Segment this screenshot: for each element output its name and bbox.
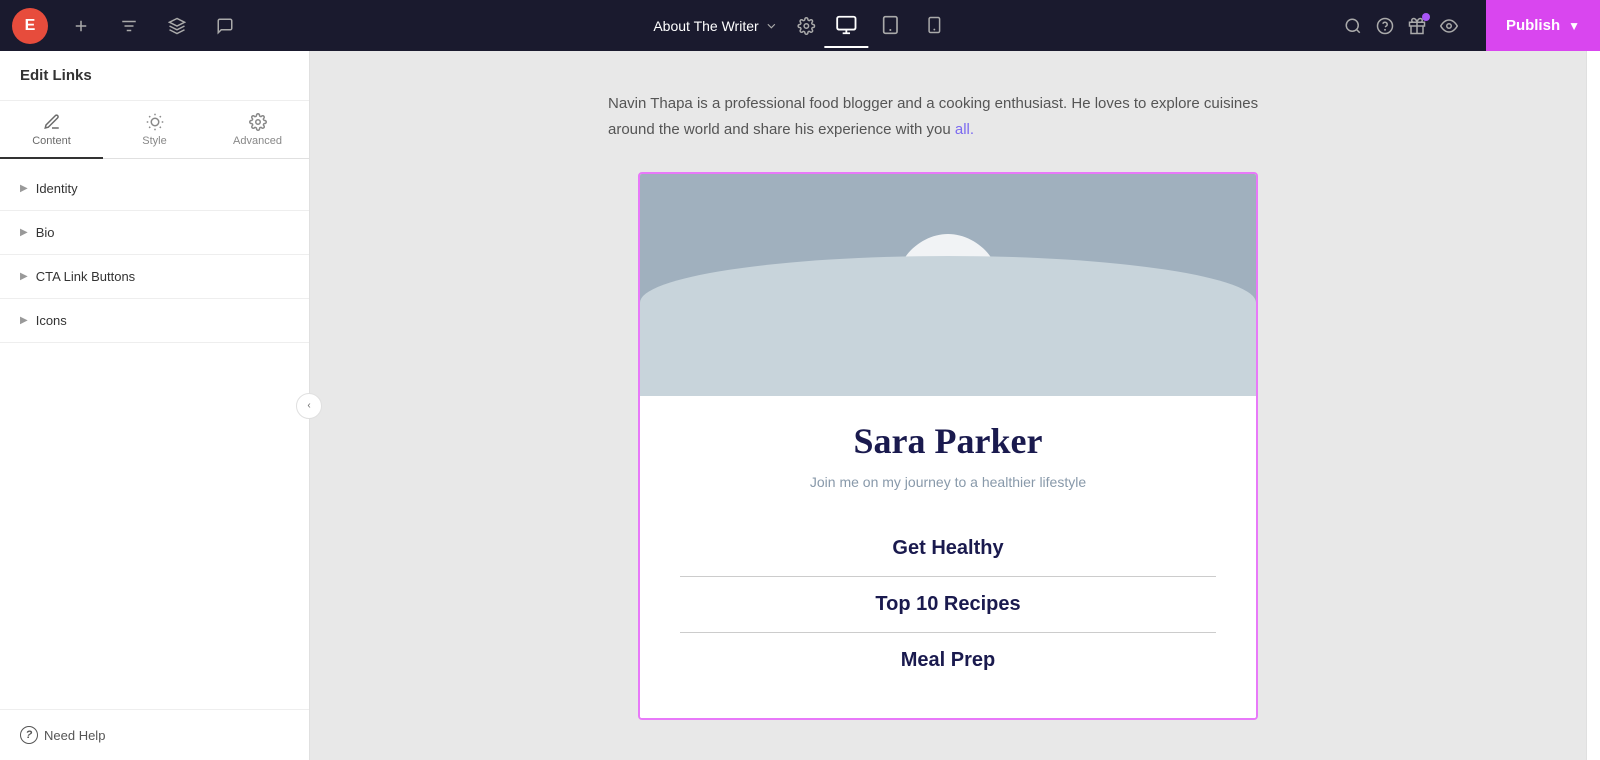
tab-content[interactable]: Content	[0, 101, 103, 159]
menu-item-1[interactable]: Top 10 Recipes	[680, 577, 1216, 633]
preview-icon[interactable]	[1440, 17, 1458, 35]
writer-card: Sara Parker Join me on my journey to a h…	[638, 172, 1258, 720]
section-identity[interactable]: ▶ Identity	[0, 167, 309, 211]
chat-icon[interactable]	[210, 11, 240, 41]
topbar-center: About The Writer	[643, 4, 956, 48]
sidebar-header: Edit Links	[0, 51, 309, 101]
sidebar-tabs: Content Style Advanced	[0, 101, 309, 159]
page-settings-button[interactable]	[789, 8, 825, 44]
section-bio-label: Bio	[36, 225, 55, 240]
icons-arrow-icon: ▶	[20, 315, 28, 326]
topbar-left: E	[12, 8, 240, 44]
section-icons[interactable]: ▶ Icons	[0, 299, 309, 343]
card-wave	[640, 256, 1256, 396]
card-tagline: Join me on my journey to a healthier lif…	[810, 472, 1086, 493]
card-menu-items: Get Healthy Top 10 Recipes Meal Prep	[680, 521, 1216, 688]
desktop-view-button[interactable]	[825, 4, 869, 48]
tab-content-label: Content	[32, 135, 71, 147]
section-cta-label: CTA Link Buttons	[36, 269, 135, 284]
add-icon[interactable]	[66, 11, 96, 41]
sidebar-sections: ▶ Identity ▶ Bio ▶ CTA Link Buttons ▶ Ic…	[0, 159, 309, 709]
card-name: Sara Parker	[854, 420, 1043, 462]
bio-text: Navin Thapa is a professional food blogg…	[608, 91, 1288, 142]
page-title-button[interactable]: About The Writer	[643, 12, 788, 40]
publish-button[interactable]: Publish ▼	[1486, 0, 1600, 51]
section-bio[interactable]: ▶ Bio	[0, 211, 309, 255]
tab-advanced[interactable]: Advanced	[206, 101, 309, 159]
topbar-right: Publish ▼	[1344, 0, 1600, 51]
gift-icon[interactable]	[1408, 17, 1426, 35]
publish-chevron-icon: ▼	[1568, 19, 1580, 33]
need-help-label: Need Help	[44, 728, 105, 743]
section-cta-link-buttons[interactable]: ▶ CTA Link Buttons	[0, 255, 309, 299]
top-bar: E About The Writer	[0, 0, 1600, 51]
elementor-logo[interactable]: E	[12, 8, 48, 44]
menu-item-0[interactable]: Get Healthy	[680, 521, 1216, 577]
sidebar: Edit Links Content Style Advanced ▶ Iden…	[0, 51, 310, 760]
right-icons-group	[1344, 17, 1470, 35]
help-circle-icon: ?	[20, 726, 38, 744]
publish-label: Publish	[1506, 17, 1560, 34]
cta-arrow-icon: ▶	[20, 271, 28, 282]
mobile-view-button[interactable]	[913, 4, 957, 48]
search-icon[interactable]	[1344, 17, 1362, 35]
card-body: Sara Parker Join me on my journey to a h…	[640, 396, 1256, 718]
tab-advanced-label: Advanced	[233, 135, 282, 147]
main-layout: Edit Links Content Style Advanced ▶ Iden…	[0, 51, 1600, 760]
canvas: Navin Thapa is a professional food blogg…	[310, 51, 1586, 760]
right-panel	[1586, 51, 1600, 760]
help-icon[interactable]	[1376, 17, 1394, 35]
tablet-view-button[interactable]	[869, 4, 913, 48]
section-identity-label: Identity	[36, 181, 78, 196]
settings-icon[interactable]	[114, 11, 144, 41]
card-header	[640, 174, 1256, 396]
page-title-text: About The Writer	[653, 18, 758, 34]
bio-link[interactable]: all.	[955, 121, 974, 138]
menu-item-2[interactable]: Meal Prep	[680, 633, 1216, 688]
tab-style-label: Style	[142, 135, 166, 147]
identity-arrow-icon: ▶	[20, 183, 28, 194]
bio-arrow-icon: ▶	[20, 227, 28, 238]
layers-icon[interactable]	[162, 11, 192, 41]
sidebar-collapse-handle[interactable]: ‹	[296, 393, 322, 419]
sidebar-footer[interactable]: ? Need Help	[0, 709, 309, 760]
tab-style[interactable]: Style	[103, 101, 206, 159]
section-icons-label: Icons	[36, 313, 67, 328]
